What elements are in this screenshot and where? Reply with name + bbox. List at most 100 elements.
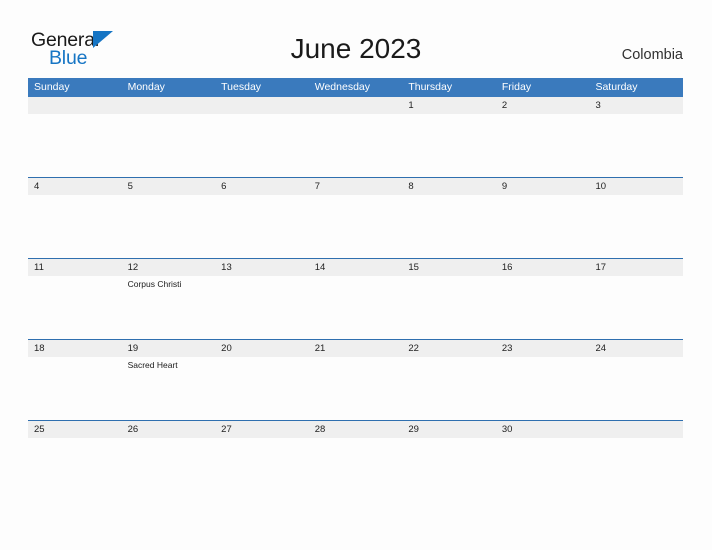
day-cell[interactable]	[28, 195, 122, 258]
day-cell[interactable]	[496, 114, 590, 177]
day-cell[interactable]	[402, 276, 496, 339]
day-cell[interactable]	[402, 114, 496, 177]
day-number[interactable]: 26	[122, 421, 216, 438]
day-number[interactable]: 27	[215, 421, 309, 438]
calendar-week-row: 123	[28, 97, 683, 177]
day-number[interactable]: 18	[28, 340, 122, 357]
day-number[interactable]: 7	[309, 178, 403, 195]
day-cell	[589, 438, 683, 501]
day-number[interactable]: 20	[215, 340, 309, 357]
weekday-header-tuesday: Tuesday	[221, 81, 262, 93]
day-number[interactable]: 21	[309, 340, 403, 357]
day-number[interactable]: 6	[215, 178, 309, 195]
day-cell	[215, 114, 309, 177]
weekday-header-saturday: Saturday	[595, 81, 638, 93]
day-number[interactable]: 15	[402, 259, 496, 276]
day-cell[interactable]	[309, 357, 403, 420]
day-number[interactable]: 5	[122, 178, 216, 195]
week-body-row: Corpus Christi	[28, 276, 683, 339]
day-number[interactable]: 13	[215, 259, 309, 276]
day-cell[interactable]	[496, 357, 590, 420]
day-cell	[28, 114, 122, 177]
day-cell[interactable]	[589, 357, 683, 420]
weekday-header-row: Sunday Monday Tuesday Wednesday Thursday…	[28, 78, 683, 97]
calendar-weeks: 1 2 3 4 5 6 7 8 9 10 11 12 13 14 15 16 17 Corpus Christi 1…	[28, 97, 683, 501]
weekday-header-friday: Friday	[501, 81, 532, 93]
week-body-row	[28, 114, 683, 177]
day-number-empty	[28, 97, 122, 114]
day-cell[interactable]	[589, 195, 683, 258]
calendar-table: Sunday Monday Tuesday Wednesday Thursday…	[28, 78, 683, 501]
week-body-row	[28, 438, 683, 501]
day-cell[interactable]	[122, 195, 216, 258]
calendar-week-row: 25 26 27 28 29 30	[28, 420, 683, 501]
day-cell[interactable]	[402, 438, 496, 501]
week-body-row: Sacred Heart	[28, 357, 683, 420]
week-date-band: 25 26 27 28 29 30	[28, 421, 683, 438]
day-cell[interactable]	[496, 195, 590, 258]
week-date-band: 4 5 6 7 8 9 10	[28, 178, 683, 195]
calendar-week-row: 11 12 13 14 15 16 17 Corpus Christi	[28, 258, 683, 339]
day-number[interactable]: 9	[496, 178, 590, 195]
calendar-week-row: 4 5 6 7 8 9 10	[28, 177, 683, 258]
day-cell[interactable]	[309, 276, 403, 339]
day-number[interactable]: 29	[402, 421, 496, 438]
day-cell	[122, 114, 216, 177]
day-cell[interactable]	[215, 195, 309, 258]
page-title: June 2023	[290, 33, 422, 64]
calendar-page: General Blue June 2023 Colombia Sunday M…	[0, 0, 712, 550]
day-number[interactable]: 4	[28, 178, 122, 195]
day-cell[interactable]	[122, 438, 216, 501]
day-cell[interactable]	[28, 276, 122, 339]
day-cell[interactable]	[215, 276, 309, 339]
holiday-event-label: Sacred Heart	[127, 360, 178, 370]
day-cell	[309, 114, 403, 177]
day-number[interactable]: 19	[122, 340, 216, 357]
day-number[interactable]: 23	[496, 340, 590, 357]
day-number[interactable]: 12	[122, 259, 216, 276]
day-cell[interactable]: Sacred Heart	[122, 357, 216, 420]
day-number[interactable]: 8	[402, 178, 496, 195]
weekday-header-thursday: Thursday	[408, 81, 453, 93]
day-cell[interactable]	[402, 357, 496, 420]
day-number[interactable]: 25	[28, 421, 122, 438]
day-number-empty	[589, 421, 683, 438]
day-cell[interactable]	[589, 276, 683, 339]
page-header: General Blue June 2023 Colombia	[0, 0, 712, 76]
day-cell[interactable]	[589, 114, 683, 177]
week-date-band: 18 19 20 21 22 23 24	[28, 340, 683, 357]
day-cell[interactable]	[28, 438, 122, 501]
day-number[interactable]: 16	[496, 259, 590, 276]
day-cell[interactable]	[309, 195, 403, 258]
day-number-empty	[215, 97, 309, 114]
day-number-empty	[122, 97, 216, 114]
day-cell[interactable]	[215, 357, 309, 420]
day-number[interactable]: 3	[589, 97, 683, 114]
day-cell[interactable]	[496, 276, 590, 339]
day-number[interactable]: 10	[589, 178, 683, 195]
day-number[interactable]: 17	[589, 259, 683, 276]
day-number-empty	[309, 97, 403, 114]
weekday-header-sunday: Sunday	[34, 81, 70, 93]
day-number[interactable]: 30	[496, 421, 590, 438]
day-cell[interactable]	[402, 195, 496, 258]
day-cell[interactable]	[28, 357, 122, 420]
day-number[interactable]: 1	[402, 97, 496, 114]
day-number[interactable]: 22	[402, 340, 496, 357]
day-number[interactable]: 2	[496, 97, 590, 114]
day-number[interactable]: 11	[28, 259, 122, 276]
day-number[interactable]: 24	[589, 340, 683, 357]
day-cell[interactable]	[496, 438, 590, 501]
day-cell[interactable]	[215, 438, 309, 501]
day-cell[interactable]	[309, 438, 403, 501]
week-date-band: 11 12 13 14 15 16 17	[28, 259, 683, 276]
weekday-header-monday: Monday	[127, 81, 165, 93]
weekday-header-wednesday: Wednesday	[314, 81, 370, 93]
country-label: Colombia	[621, 47, 683, 63]
day-number[interactable]: 28	[309, 421, 403, 438]
day-cell[interactable]: Corpus Christi	[122, 276, 216, 339]
day-number[interactable]: 14	[309, 259, 403, 276]
calendar-week-row: 18 19 20 21 22 23 24 Sacred Heart	[28, 339, 683, 420]
holiday-event-label: Corpus Christi	[127, 279, 182, 289]
week-date-band: 123	[28, 97, 683, 114]
